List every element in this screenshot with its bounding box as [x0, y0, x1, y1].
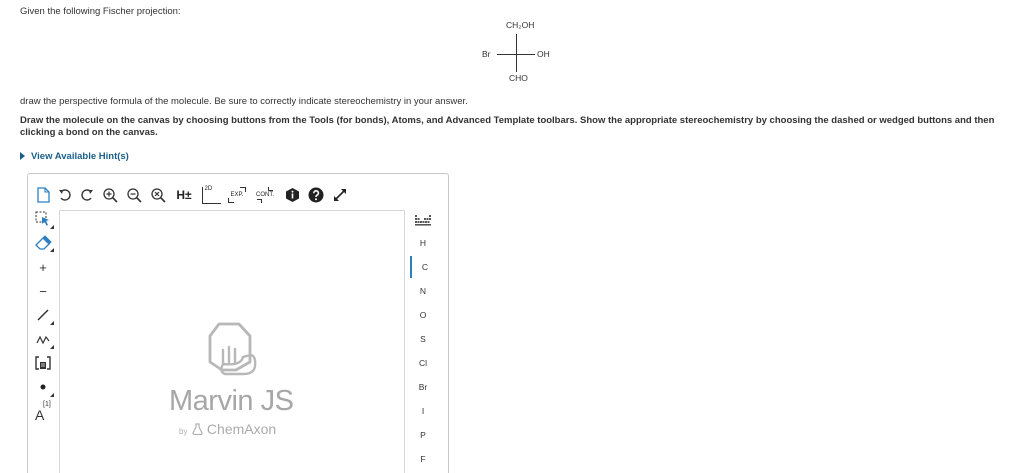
fischer-top-group: CH₂OH — [506, 20, 535, 30]
atom-H-button[interactable]: H — [410, 232, 436, 254]
fischer-horizontal-bond — [497, 54, 535, 55]
info-icon — [285, 188, 299, 202]
fischer-vertical-bond — [516, 34, 517, 72]
atom-Cl-button[interactable]: Cl — [410, 352, 436, 374]
expand-triangle-icon — [20, 152, 25, 160]
fischer-left-group: Br — [482, 49, 491, 59]
help-button[interactable] — [306, 184, 326, 206]
redo-button[interactable] — [78, 184, 96, 206]
minus-charge-icon: − — [39, 283, 47, 299]
bracket-icon — [35, 356, 51, 370]
chain-tool[interactable] — [32, 328, 54, 350]
contract-group-button[interactable]: CONT. — [252, 184, 278, 206]
marvin-js-wordmark: Marvin JS — [169, 385, 294, 417]
chain-icon — [36, 335, 50, 345]
by-label: by — [179, 427, 188, 436]
zoom-fit-button[interactable] — [148, 184, 168, 206]
atom-P-button[interactable]: P — [410, 424, 436, 446]
periodic-table-icon — [415, 215, 431, 226]
fullscreen-icon — [334, 189, 346, 201]
bracket-tool[interactable] — [32, 352, 54, 374]
zoom-in-icon — [102, 187, 118, 203]
document-icon — [36, 187, 50, 203]
draw-prompt: draw the perspective formula of the mole… — [20, 96, 468, 107]
zoom-fit-icon — [150, 187, 166, 203]
atom-I-button[interactable]: I — [410, 400, 436, 422]
radical-dot-icon — [40, 384, 46, 390]
help-icon — [308, 187, 324, 203]
decrease-charge-tool[interactable]: − — [32, 280, 54, 302]
top-toolbar: H± 2D EXP. CONT. — [34, 184, 354, 206]
draw-instructions: Draw the molecule on the canvas by choos… — [20, 115, 995, 138]
clean-2d-icon: 2D — [201, 185, 221, 204]
zoom-out-icon — [126, 187, 142, 203]
periodic-table-button[interactable] — [410, 210, 436, 232]
submenu-corner-icon — [50, 393, 54, 397]
chemaxon-small-flask-icon — [192, 423, 203, 436]
radical-tool[interactable] — [32, 376, 54, 398]
submenu-corner-icon — [50, 225, 54, 229]
info-button[interactable] — [282, 184, 302, 206]
atom-label-icon: A [1] — [32, 400, 54, 423]
atom-label-tool[interactable]: A [1] — [32, 398, 54, 424]
zoom-in-button[interactable] — [100, 184, 120, 206]
undo-button[interactable] — [56, 184, 74, 206]
submenu-corner-icon — [50, 321, 54, 325]
chemaxon-credit: by ChemAxon — [179, 421, 276, 437]
clean-2d-label: 2D — [204, 185, 213, 192]
expand-icon: EXP. — [227, 187, 247, 203]
fischer-projection: CH₂OH Br OH CHO — [478, 18, 568, 88]
plus-charge-icon: + — [39, 259, 47, 275]
atom-O-button[interactable]: O — [410, 304, 436, 326]
question-intro: Given the following Fischer projection: — [20, 6, 181, 17]
selection-icon — [35, 211, 49, 226]
redo-icon — [81, 189, 93, 201]
selection-tool[interactable] — [32, 208, 54, 230]
single-bond-tool[interactable] — [32, 304, 54, 326]
view-hints-label: View Available Hint(s) — [31, 151, 129, 162]
fischer-right-group: OH — [537, 49, 550, 59]
delete-tool[interactable] — [32, 231, 54, 253]
single-bond-icon — [37, 309, 49, 321]
atom-F-button[interactable]: F — [410, 448, 436, 470]
clean-2d-button[interactable]: 2D — [200, 184, 222, 206]
contract-icon: CONT. — [255, 187, 275, 203]
submenu-corner-icon — [50, 345, 54, 349]
expand-group-button[interactable]: EXP. — [226, 184, 248, 206]
new-document-button[interactable] — [34, 184, 52, 206]
atom-label-letter: A — [35, 407, 45, 423]
fischer-bottom-group: CHO — [509, 73, 528, 83]
chemaxon-flask-icon — [208, 322, 257, 376]
atom-C-button[interactable]: C — [410, 256, 438, 278]
atom-N-button[interactable]: N — [410, 280, 436, 302]
submenu-corner-icon — [50, 248, 54, 252]
atom-label-superscript: [1] — [43, 401, 51, 408]
fullscreen-button[interactable] — [330, 184, 350, 206]
eraser-icon — [34, 234, 52, 250]
chemaxon-label: ChemAxon — [206, 421, 277, 437]
zoom-out-button[interactable] — [124, 184, 144, 206]
increase-charge-tool[interactable]: + — [32, 256, 54, 278]
explicit-hydrogens-button[interactable]: H± — [172, 184, 196, 206]
contract-label: CONT. — [256, 192, 274, 198]
atom-Br-button[interactable]: Br — [410, 376, 436, 398]
atom-S-button[interactable]: S — [410, 328, 436, 350]
view-hints-link[interactable]: View Available Hint(s) — [20, 151, 129, 162]
undo-icon — [59, 189, 71, 201]
